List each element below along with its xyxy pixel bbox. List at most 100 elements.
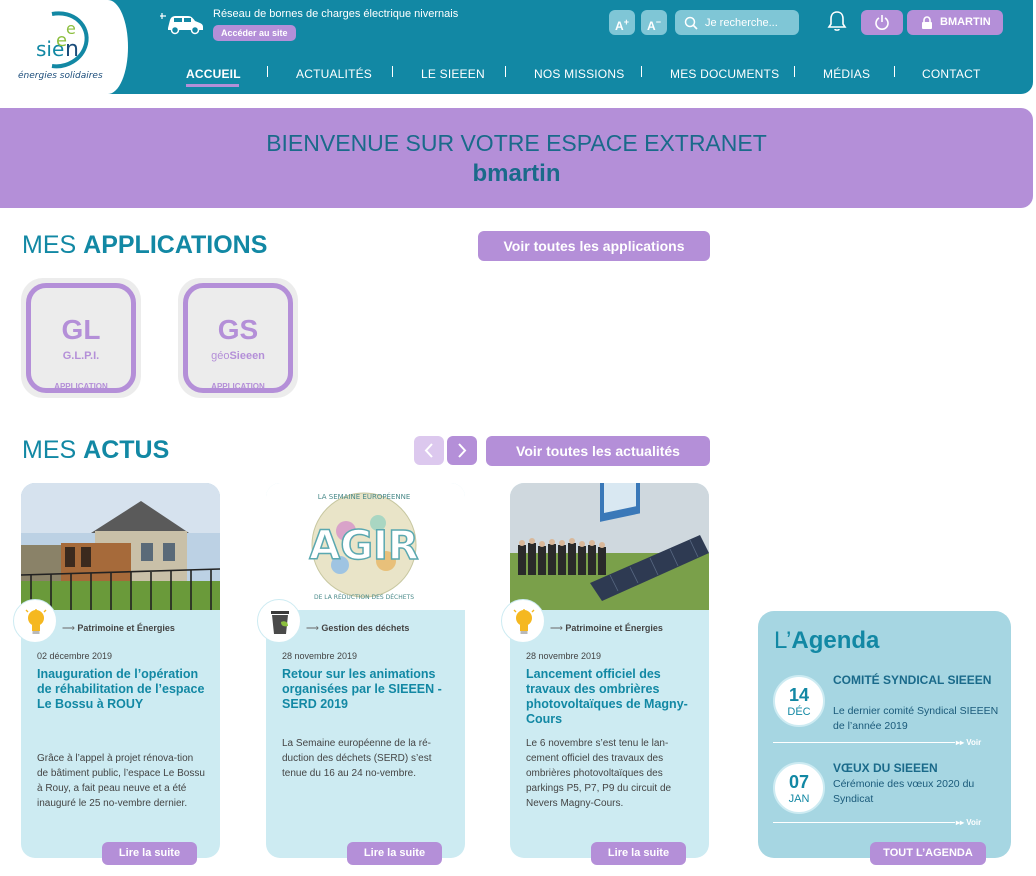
event-month: JAN: [788, 793, 810, 805]
app-subtitle: géoSieeen: [211, 350, 265, 362]
search-icon: [684, 16, 698, 30]
news-card: 02 décembre 2019 Inauguration de l’opéra…: [21, 483, 220, 858]
nav-le-sieeen[interactable]: LE SIEEEN: [421, 67, 485, 81]
nav-separator: [267, 66, 268, 77]
app-code: GL: [61, 314, 101, 345]
notification-bell-icon[interactable]: [827, 10, 847, 32]
nav-separator: [794, 66, 795, 77]
serd-main-text: AGIR: [309, 523, 418, 569]
news-title[interactable]: Retour sur les animations organisées par…: [282, 667, 454, 712]
welcome-title: BIENVENUE SUR VOTRE ESPACE EXTRANET: [266, 130, 767, 156]
font-increase-button[interactable]: A+: [609, 10, 635, 35]
ev-network-text: Réseau de bornes de charges électrique n…: [213, 8, 459, 20]
nav-mes-documents[interactable]: MES DOCUMENTS: [670, 67, 779, 81]
serd-bottom-text: DE LA RÉDUCTION DES DÉCHETS: [314, 593, 414, 601]
event-description: Cérémonie des vœux 2020 du Syndicat: [833, 778, 975, 805]
lightbulb-icon: [513, 609, 535, 634]
event-day: 07: [788, 772, 810, 792]
svg-text:e: e: [66, 19, 76, 38]
news-excerpt: Grâce à l’appel à projet rénova-tion de …: [37, 753, 205, 809]
event-see-more-link[interactable]: ▸▸ Voir: [956, 818, 981, 827]
nav-active-indicator: [186, 84, 239, 87]
nav-nos-missions[interactable]: NOS MISSIONS: [534, 67, 624, 81]
news-category: ⟶ Patrimoine et Énergies: [62, 623, 175, 633]
category-badge: [13, 599, 57, 643]
logo-tagline: énergies solidaires: [18, 71, 103, 81]
welcome-username: bmartin: [472, 160, 561, 187]
news-next-button[interactable]: [447, 436, 477, 465]
event-date-badge: 07 JAN: [773, 762, 825, 814]
event-day: 14: [788, 685, 810, 705]
news-card: LA SEMAINE EUROPÉENNE AGIR DE LA RÉDUCTI…: [266, 483, 465, 858]
news-category: ⟶ Gestion des déchets: [306, 623, 410, 633]
nav-medias[interactable]: MÉDIAS: [823, 67, 870, 81]
lock-icon: [922, 16, 932, 29]
search-input[interactable]: [705, 14, 793, 31]
app-tile-geosieeen[interactable]: GS géoSieeen APPLICATION: [178, 278, 298, 398]
app-label: APPLICATION: [54, 382, 108, 391]
event-title[interactable]: VŒUX DU SIEEEN: [833, 762, 1003, 775]
news-image-solar[interactable]: [510, 483, 709, 610]
nav-separator: [505, 66, 506, 77]
search-box[interactable]: [675, 10, 799, 35]
news-section-title: MES ACTUS: [22, 436, 170, 464]
agenda-panel: L’Agenda 14 DÉC COMITÉ SYNDICAL SIEEEN L…: [758, 611, 1011, 865]
power-icon: [875, 15, 889, 30]
news-title[interactable]: Lancement officiel des travaux des ombri…: [526, 667, 698, 727]
category-badge: [257, 599, 301, 643]
read-more-button[interactable]: Lire la suite: [591, 842, 686, 865]
event-date-badge: 14 DÉC: [773, 675, 825, 727]
chevron-left-icon: [424, 443, 433, 458]
news-date: 28 novembre 2019: [282, 651, 358, 661]
nav-separator: [641, 66, 642, 77]
app-label: APPLICATION: [211, 382, 265, 391]
username-label: BMARTIN: [940, 16, 991, 28]
agenda-title: L’Agenda: [774, 627, 880, 654]
user-account-button[interactable]: BMARTIN: [907, 10, 1003, 35]
see-all-news-button[interactable]: Voir toutes les actualités: [486, 436, 710, 466]
nav-separator: [894, 66, 895, 77]
nav-accueil[interactable]: ACCUEIL: [186, 67, 241, 81]
event-divider: [773, 742, 955, 743]
app-tile-glpi[interactable]: GL G.L.P.I. APPLICATION: [21, 278, 141, 398]
chevron-right-icon: [458, 443, 467, 458]
electric-car-icon: [160, 13, 203, 35]
event-description: Le dernier comité Syndical SIEEEN de l’a…: [833, 705, 999, 732]
app-subtitle: G.L.P.I.: [62, 350, 100, 362]
ev-site-button[interactable]: Accéder au site: [213, 25, 296, 41]
nav-contact[interactable]: CONTACT: [922, 67, 981, 81]
lightbulb-icon: [25, 609, 47, 634]
serd-top-text: LA SEMAINE EUROPÉENNE: [318, 492, 411, 501]
logout-button[interactable]: [861, 10, 903, 35]
event-see-more-link[interactable]: ▸▸ Voir: [956, 738, 981, 747]
site-header: sie n e e énergies solidaires Réseau de …: [0, 0, 1033, 94]
news-image-serd[interactable]: LA SEMAINE EUROPÉENNE AGIR DE LA RÉDUCTI…: [266, 483, 465, 610]
welcome-banner: BIENVENUE SUR VOTRE ESPACE EXTRANET bmar…: [0, 108, 1033, 208]
news-prev-button[interactable]: [414, 436, 444, 465]
full-agenda-button[interactable]: TOUT L’AGENDA: [870, 842, 986, 865]
nav-separator: [392, 66, 393, 77]
news-title[interactable]: Inauguration de l’opération de réhabilit…: [37, 667, 209, 712]
font-decrease-button[interactable]: A−: [641, 10, 667, 35]
see-all-applications-button[interactable]: Voir toutes les applications: [478, 231, 710, 261]
read-more-button[interactable]: Lire la suite: [102, 842, 197, 865]
news-excerpt: La Semaine européenne de la ré-duction d…: [282, 738, 432, 779]
news-card: 28 novembre 2019 Lancement officiel des …: [510, 483, 709, 858]
nav-actualites[interactable]: ACTUALITÉS: [296, 67, 372, 81]
news-excerpt: Le 6 novembre s’est tenu le lan-cement o…: [526, 738, 672, 809]
news-image-building[interactable]: [21, 483, 220, 610]
logo[interactable]: sie n e e énergies solidaires: [0, 0, 128, 94]
app-tile-frame: GS géoSieeen APPLICATION: [183, 283, 293, 393]
app-tile-frame: GL G.L.P.I. APPLICATION: [26, 283, 136, 393]
event-divider: [773, 822, 955, 823]
app-code: GS: [217, 314, 259, 345]
read-more-button[interactable]: Lire la suite: [347, 842, 442, 865]
event-title[interactable]: COMITÉ SYNDICAL SIEEEN: [833, 674, 1003, 687]
news-category: ⟶ Patrimoine et Énergies: [550, 623, 663, 633]
logo-mark-icon: sie n e e: [36, 11, 89, 69]
news-date: 02 décembre 2019: [37, 651, 113, 661]
news-date: 28 novembre 2019: [526, 651, 602, 661]
applications-section-title: MES APPLICATIONS: [22, 231, 268, 259]
recycle-bin-icon: [271, 611, 289, 634]
svg-text:n: n: [65, 37, 79, 62]
